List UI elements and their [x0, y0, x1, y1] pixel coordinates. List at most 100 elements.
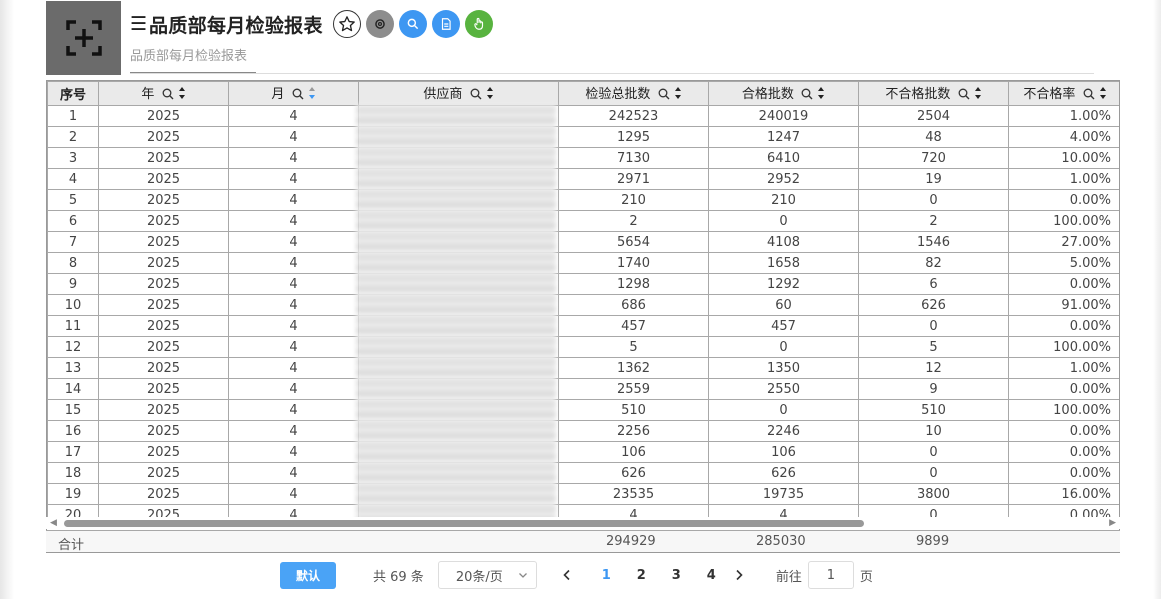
table-header-row: 序号 年 月 供应商 检验总批数 合格批数 不合格批数 不合格率 [47, 81, 1119, 106]
table-cell: 0.00% [1008, 378, 1119, 400]
table-row[interactable]: 12 2025 4 5 0 5 100.00% [47, 336, 1119, 358]
summary-label: 合计 [58, 538, 85, 553]
scroll-left-icon[interactable]: ◀ [50, 518, 57, 528]
goto-label: 前往 [775, 569, 802, 585]
table-cell: 4108 [708, 231, 859, 253]
table-cell: 27.00% [1008, 231, 1119, 253]
sort-icon[interactable] [817, 86, 825, 100]
table-cell: 0.00% [1008, 420, 1119, 442]
table-cell: 1362 [558, 357, 709, 379]
filter-search-icon[interactable] [658, 88, 670, 100]
table-cell: 0.00% [1008, 315, 1119, 337]
scroll-right-icon[interactable]: ▶ [1109, 518, 1116, 528]
table-cell: 6 [47, 210, 99, 232]
table-cell: 1298 [558, 273, 709, 295]
table-cell: 1.00% [1008, 168, 1119, 190]
table-row[interactable]: 3 2025 4 7130 6410 720 10.00% [47, 147, 1119, 169]
filter-search-icon[interactable] [1083, 88, 1095, 100]
table-cell: 1.00% [1008, 357, 1119, 379]
table-row[interactable]: 19 2025 4 23535 19735 3800 16.00% [47, 483, 1119, 505]
filter-search-icon[interactable] [801, 88, 813, 100]
sort-icon[interactable] [486, 86, 494, 100]
table-cell: 0 [858, 315, 1009, 337]
table-row[interactable]: 8 2025 4 1740 1658 82 5.00% [47, 252, 1119, 274]
table-cell: 3800 [858, 483, 1009, 505]
column-header-pass-batches[interactable]: 合格批数 [708, 81, 859, 106]
filter-search-icon[interactable] [470, 88, 482, 100]
table-cell: 2550 [708, 378, 859, 400]
search-button[interactable] [398, 10, 427, 38]
table-cell: 686 [558, 294, 709, 316]
table-row[interactable]: 2 2025 4 1295 1247 48 4.00% [47, 126, 1119, 148]
table-row[interactable]: 15 2025 4 510 0 510 100.00% [47, 399, 1119, 421]
table-cell: 16 [47, 420, 99, 442]
table-cell: 0.00% [1008, 189, 1119, 211]
settings-button[interactable] [365, 10, 394, 38]
table-cell: 2025 [98, 483, 229, 505]
scrollbar-thumb[interactable] [64, 520, 864, 527]
table-cell: 82 [858, 252, 1009, 274]
table-row[interactable]: 18 2025 4 626 626 0 0.00% [47, 462, 1119, 484]
sort-icon[interactable] [674, 86, 682, 100]
sort-icon[interactable] [974, 86, 982, 100]
page-2[interactable]: 2 [624, 568, 659, 583]
table-row[interactable]: 17 2025 4 106 106 0 0.00% [47, 441, 1119, 463]
table-cell: 15 [47, 399, 99, 421]
table-cell: 0 [858, 462, 1009, 484]
table-cell: 2025 [98, 147, 229, 169]
total-count: 共 69 条 [373, 569, 424, 585]
page-1[interactable]: 1 [589, 568, 624, 583]
goto-page-input[interactable]: 1 [807, 561, 854, 589]
table-row[interactable]: 1 2025 4 242523 240019 2504 1.00% [47, 105, 1119, 127]
table-row[interactable]: 11 2025 4 457 457 0 0.00% [47, 315, 1119, 337]
menu-icon[interactable]: ☰ [130, 14, 147, 34]
table-cell: 5 [47, 189, 99, 211]
table-row[interactable]: 14 2025 4 2559 2550 9 0.00% [47, 378, 1119, 400]
sort-icon[interactable] [178, 86, 186, 100]
table-cell: 0.00% [1008, 462, 1119, 484]
table-cell: 0 [708, 210, 859, 232]
filter-search-icon[interactable] [292, 88, 304, 100]
report-logo [46, 1, 121, 75]
table-cell: 210 [708, 189, 859, 211]
table-cell: 2256 [558, 420, 709, 442]
column-header-fail-rate[interactable]: 不合格率 [1008, 81, 1119, 106]
table-cell: 1295 [558, 126, 709, 148]
table-row[interactable]: 6 2025 4 2 0 2 100.00% [47, 210, 1119, 232]
table-row[interactable]: 9 2025 4 1298 1292 6 0.00% [47, 273, 1119, 295]
table-row[interactable]: 16 2025 4 2256 2246 10 0.00% [47, 420, 1119, 442]
column-header-index[interactable]: 序号 [47, 81, 99, 106]
column-header-total-batches[interactable]: 检验总批数 [558, 81, 709, 106]
column-header-fail-batches[interactable]: 不合格批数 [858, 81, 1009, 106]
prev-page-button[interactable] [561, 566, 573, 585]
table-row[interactable]: 7 2025 4 5654 4108 1546 27.00% [47, 231, 1119, 253]
sort-desc-icon[interactable] [308, 86, 316, 100]
column-header-month[interactable]: 月 [228, 81, 359, 106]
export-button[interactable] [431, 10, 460, 38]
touch-button[interactable] [464, 10, 493, 38]
table-cell: 2 [558, 210, 709, 232]
table-cell: 1.00% [1008, 105, 1119, 127]
sort-icon[interactable] [1099, 86, 1107, 100]
table-cell: 60 [708, 294, 859, 316]
filter-search-icon[interactable] [958, 88, 970, 100]
page-4[interactable]: 4 [694, 568, 729, 583]
page-3[interactable]: 3 [659, 568, 694, 583]
favorite-button[interactable] [332, 10, 361, 38]
table-row[interactable]: 13 2025 4 1362 1350 12 1.00% [47, 357, 1119, 379]
page-size-select[interactable]: 20条/页 [437, 561, 537, 589]
table-cell: 4 [228, 315, 359, 337]
column-header-supplier[interactable]: 供应商 [358, 81, 559, 106]
table-row[interactable]: 10 2025 4 686 60 626 91.00% [47, 294, 1119, 316]
table-cell: 210 [558, 189, 709, 211]
filter-search-icon[interactable] [162, 88, 174, 100]
table-row[interactable]: 4 2025 4 2971 2952 19 1.00% [47, 168, 1119, 190]
table-cell: 19 [858, 168, 1009, 190]
table-cell: 2025 [98, 210, 229, 232]
next-page-button[interactable] [733, 566, 745, 585]
default-button[interactable]: 默认 [280, 561, 336, 589]
horizontal-scrollbar[interactable]: ◀ ▶ [46, 517, 1120, 529]
title-area: ☰ 品质部每月检验报表 [130, 9, 493, 39]
table-row[interactable]: 5 2025 4 210 210 0 0.00% [47, 189, 1119, 211]
column-header-year[interactable]: 年 [98, 81, 229, 106]
